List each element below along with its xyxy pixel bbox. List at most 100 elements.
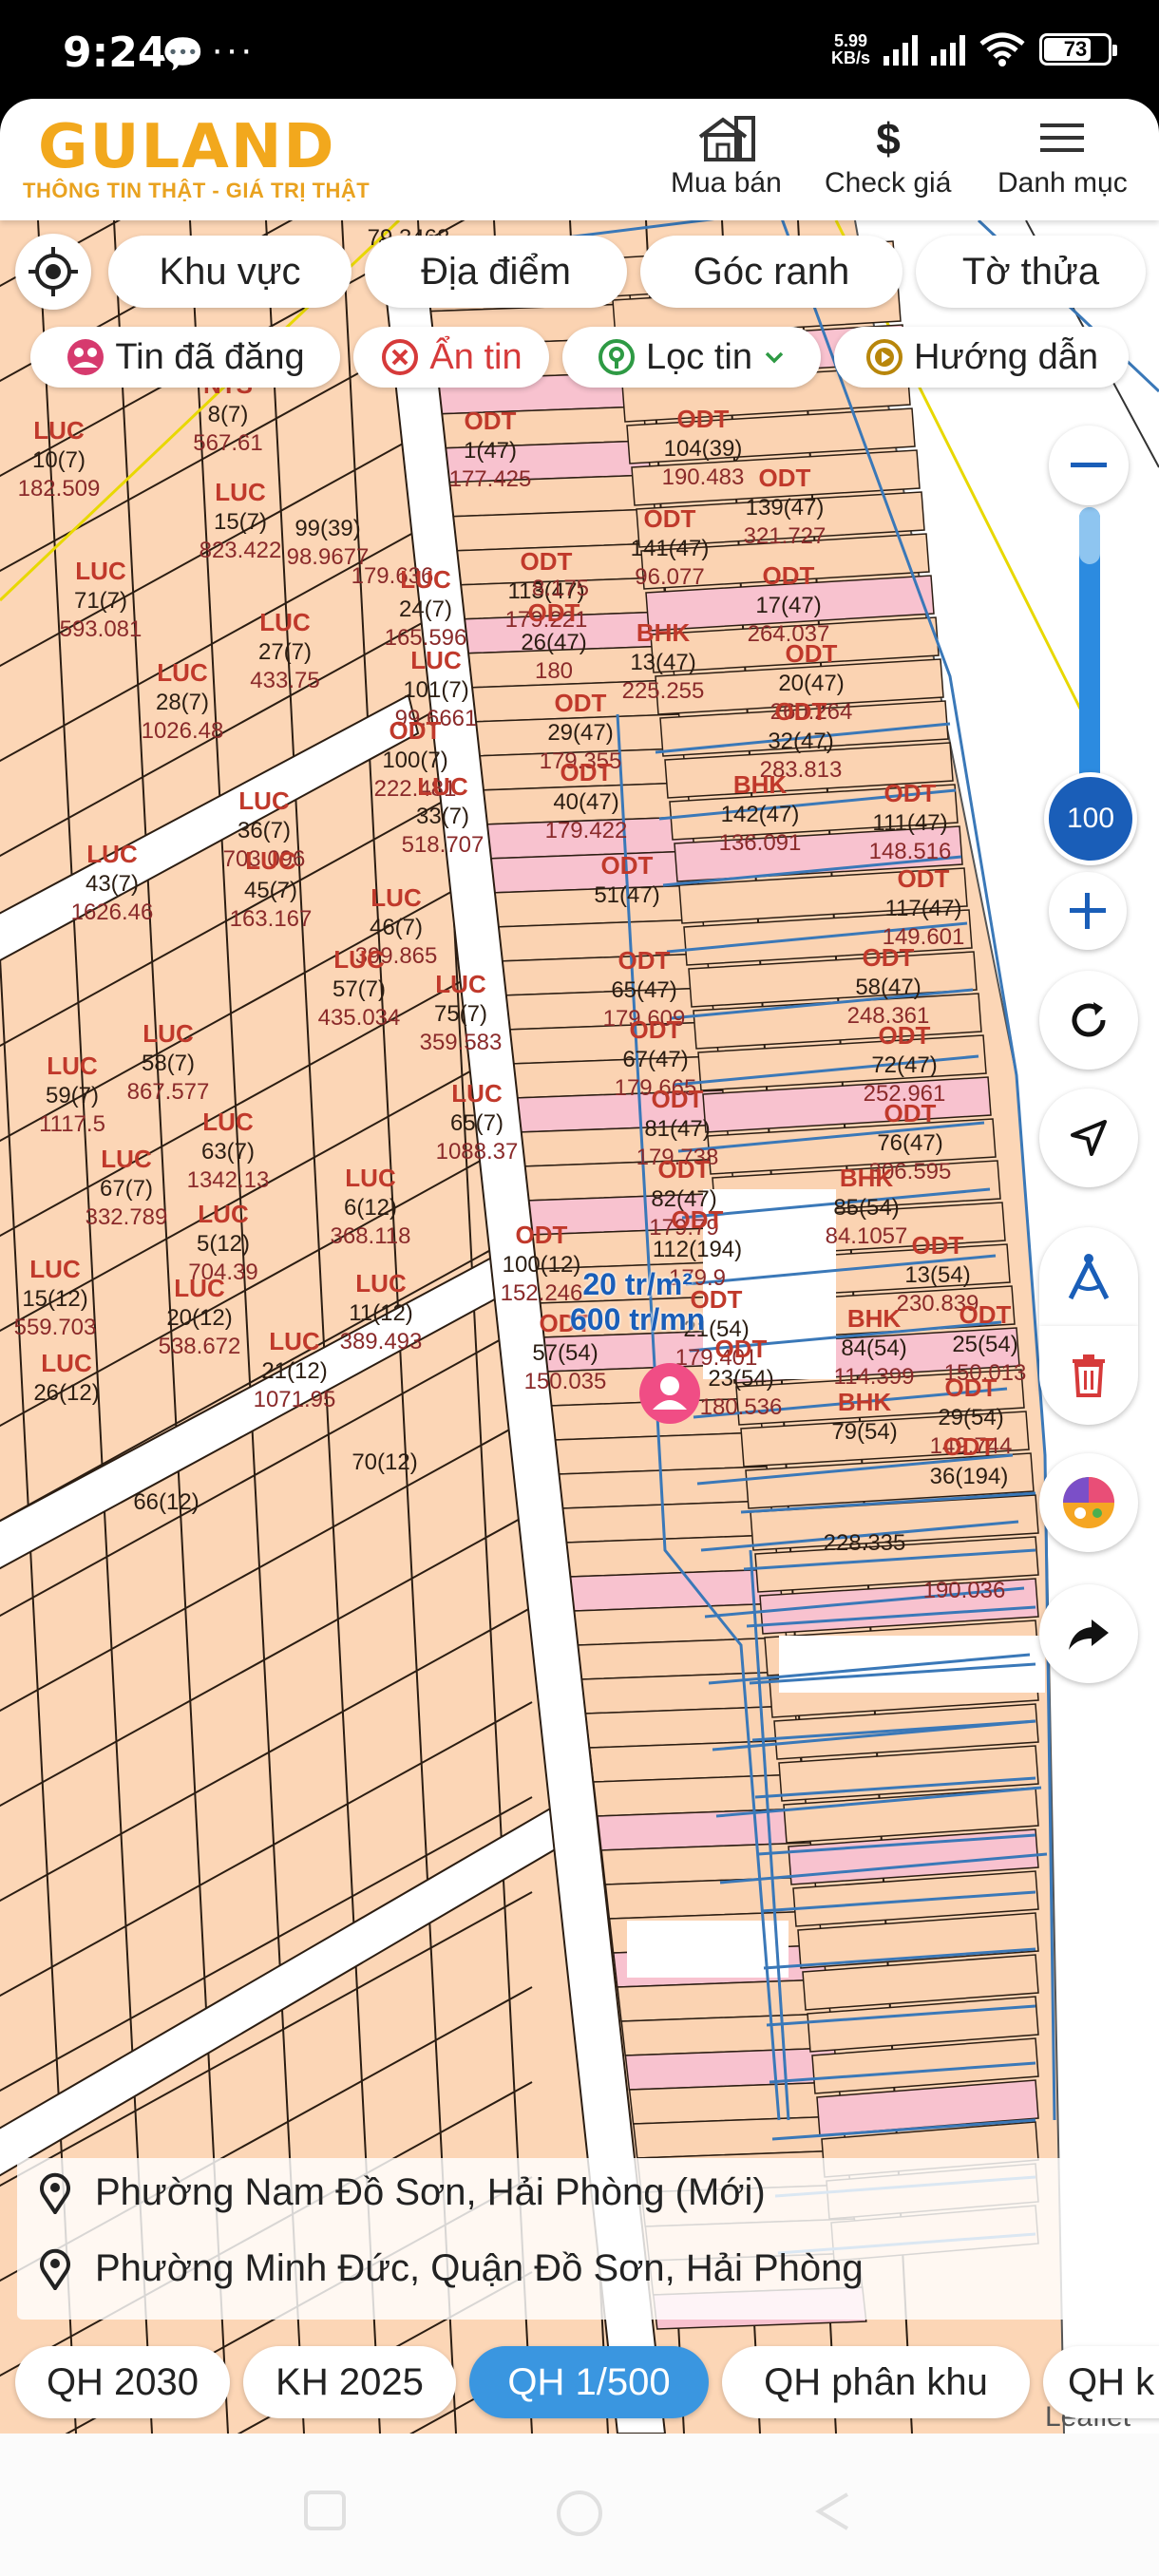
plan-kh-2025[interactable]: KH 2025 xyxy=(243,2346,456,2418)
refresh-button[interactable] xyxy=(1039,971,1138,1070)
parcel-area: 593.081 xyxy=(60,616,142,642)
parcel-label[interactable]: 70(12) xyxy=(352,1449,417,1475)
parcel-id: 20(47) xyxy=(778,671,844,696)
filter-dia-diem[interactable]: Địa điểm xyxy=(365,236,627,308)
zoom-out-button[interactable] xyxy=(1049,426,1129,505)
back-icon[interactable] xyxy=(809,2489,857,2536)
app-header: GULAND THÔNG TIN THẬT - GIÁ TRỊ THẬT Mua… xyxy=(0,99,1159,220)
locate-button[interactable] xyxy=(15,234,91,310)
parcel-type: LUC xyxy=(238,786,290,815)
parcel-id: 29(47) xyxy=(547,720,613,746)
signal-icon-2 xyxy=(931,33,965,66)
play-circle-icon xyxy=(865,339,902,375)
parcel-area: 359.583 xyxy=(420,1030,503,1055)
parcel-type: LUC xyxy=(345,1164,396,1192)
parcel-id: 57(7) xyxy=(332,976,386,1002)
parcel-id: 63(7) xyxy=(201,1139,255,1165)
menu-icon xyxy=(1040,123,1085,152)
filter-khu-vuc[interactable]: Khu vực xyxy=(108,236,352,308)
parcel-id: 228.335 xyxy=(824,1530,906,1556)
parcel-type: BHK xyxy=(838,1388,892,1416)
recent-apps-icon[interactable] xyxy=(300,2489,352,2532)
nav-check-gia[interactable]: $ Check giá xyxy=(825,114,951,199)
filter-goc-ranh[interactable]: Góc ranh xyxy=(640,236,902,308)
navigation-arrow-icon xyxy=(1071,1120,1107,1156)
parcel-area: 1088.37 xyxy=(436,1139,519,1165)
parcel-area: 538.672 xyxy=(159,1334,241,1359)
parcel-type: ODT xyxy=(390,716,442,745)
home-icon[interactable] xyxy=(553,2489,606,2542)
parcel-id: 139(47) xyxy=(746,495,825,521)
parcel-label[interactable]: 66(12) xyxy=(133,1489,199,1515)
zoom-slider[interactable] xyxy=(1079,507,1100,802)
parcel-id: 112(194) xyxy=(653,1237,742,1262)
filter-loc-tin[interactable]: Lọc tin xyxy=(562,327,821,388)
parcel-label[interactable]: 190.036 xyxy=(923,1578,1006,1603)
parcel-area: 148.516 xyxy=(869,839,952,864)
parcel-area: 1026.48 xyxy=(142,718,224,744)
parcel-type: LUC xyxy=(269,1327,320,1355)
delete-button[interactable] xyxy=(1039,1326,1138,1425)
parcel-id: 27(7) xyxy=(258,639,312,665)
parcel-area: 332.789 xyxy=(86,1204,168,1230)
parcel-label[interactable]: LUC5(12)704.39 xyxy=(188,1200,257,1285)
status-icons: 5.99 KB/s 73 xyxy=(831,32,1117,66)
location-icon xyxy=(40,2248,70,2290)
address-new[interactable]: Phường Nam Đồ Sơn, Hải Phòng (Mới) xyxy=(36,2171,766,2214)
zoom-in-button[interactable] xyxy=(1049,872,1127,950)
parcel-label[interactable]: LUC 59(7) 1117.5 xyxy=(39,1051,105,1137)
parcel-label[interactable]: 228.335 xyxy=(824,1530,906,1556)
parcel-id: 8(7) xyxy=(208,402,249,427)
measure-button[interactable] xyxy=(1039,1227,1138,1326)
parcel-type: BHK xyxy=(733,770,788,799)
filter-an-tin[interactable]: Ẩn tin xyxy=(353,327,549,388)
parcel-id: 104(39) xyxy=(664,436,743,462)
nav-danh-muc[interactable]: Danh mục xyxy=(998,114,1128,199)
parcel-type: LUC xyxy=(198,1200,249,1228)
filter-to-thua[interactable]: Tờ thửa xyxy=(916,236,1146,308)
parcel-area: 163.167 xyxy=(230,906,313,932)
parcel-id: 20(12) xyxy=(166,1305,232,1331)
filter-tin-da-dang[interactable]: Tin đã đăng xyxy=(30,327,340,388)
parcel-id: 67(7) xyxy=(100,1176,153,1202)
app-logo[interactable]: GULAND xyxy=(38,112,336,182)
parcel-id: 33(7) xyxy=(416,804,469,829)
parcel-id: 101(7) xyxy=(403,677,468,703)
parcel-label[interactable]: LUC 27(7) 433.75 xyxy=(250,608,319,693)
nav-mua-ban[interactable]: Mua bán xyxy=(671,114,782,199)
parcel-id: 85(54) xyxy=(833,1195,899,1221)
chevron-down-icon xyxy=(765,351,784,364)
parcel-area: 559.703 xyxy=(14,1315,97,1340)
layer-style-button[interactable] xyxy=(1039,1453,1138,1552)
parcel-area: 867.577 xyxy=(127,1079,210,1105)
plan-qh-1-500[interactable]: QH 1/500 xyxy=(469,2346,709,2418)
parcel-area: 1626.46 xyxy=(71,900,154,925)
parcel-id: 26(47) xyxy=(521,630,586,655)
chat-notification-icon: 💬 xyxy=(162,34,204,73)
plan-qh-2030[interactable]: QH 2030 xyxy=(15,2346,230,2418)
status-time: 9:24 xyxy=(63,28,167,77)
wifi-icon xyxy=(979,32,1025,66)
navigate-button[interactable] xyxy=(1039,1089,1138,1187)
parcel-area: 435.034 xyxy=(318,1005,401,1031)
filter-huong-dan[interactable]: Hướng dẫn xyxy=(834,327,1129,388)
address-old[interactable]: Phường Minh Đức, Quận Đồ Sơn, Hải Phòng xyxy=(36,2247,864,2290)
parcel-id: 15(12) xyxy=(22,1286,87,1312)
plan-qh-k[interactable]: QH k xyxy=(1043,2346,1159,2418)
zoom-level-knob[interactable]: 100 xyxy=(1044,772,1137,865)
parcel-id: 32(47) xyxy=(768,729,833,754)
dollar-icon: $ xyxy=(876,114,901,161)
parcel-type: LUC xyxy=(47,1051,98,1080)
parcel-label[interactable]: 8.175 xyxy=(532,576,589,601)
parcel-id: 45(7) xyxy=(244,878,297,903)
share-button[interactable] xyxy=(1039,1584,1138,1683)
parcel-type: LUC xyxy=(245,846,296,875)
parcel-type: ODT xyxy=(775,697,827,726)
parcel-type: ODT xyxy=(555,689,607,717)
parcel-type: LUC xyxy=(142,1019,194,1048)
price-marker[interactable]: 20 tr/m² 600 tr/mn xyxy=(570,1267,705,1337)
plan-qh-phan-khu[interactable]: QH phân khu xyxy=(722,2346,1030,2418)
parcel-type: ODT xyxy=(945,1373,998,1402)
parcel-area: 180 xyxy=(535,658,573,684)
user-pin-icon[interactable] xyxy=(636,1360,703,1427)
